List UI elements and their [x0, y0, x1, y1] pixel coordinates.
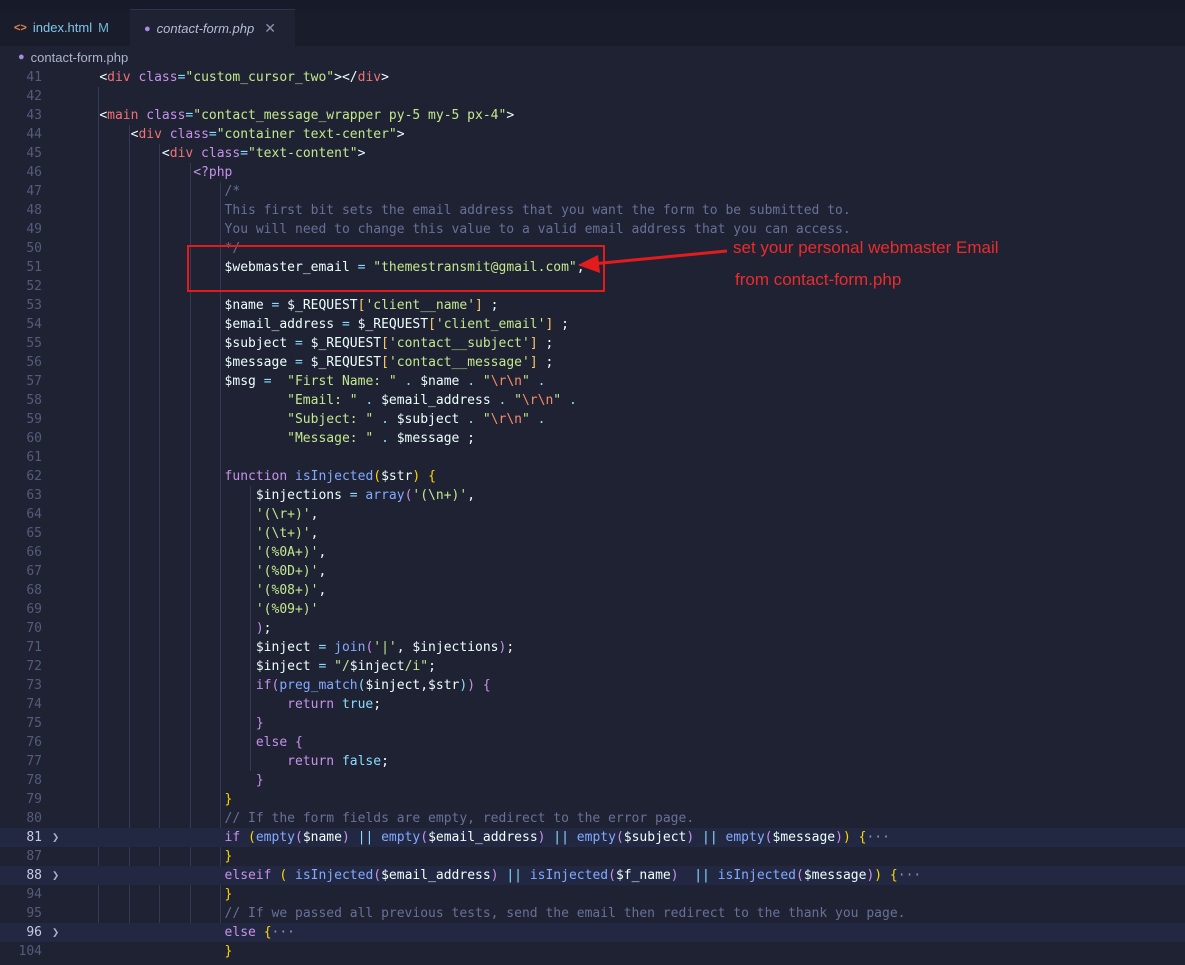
- annotation-text-line1: set your personal webmaster Email: [733, 238, 999, 257]
- annotation-arrow: [578, 249, 728, 273]
- annotation-text-line2: from contact-form.php: [735, 270, 902, 289]
